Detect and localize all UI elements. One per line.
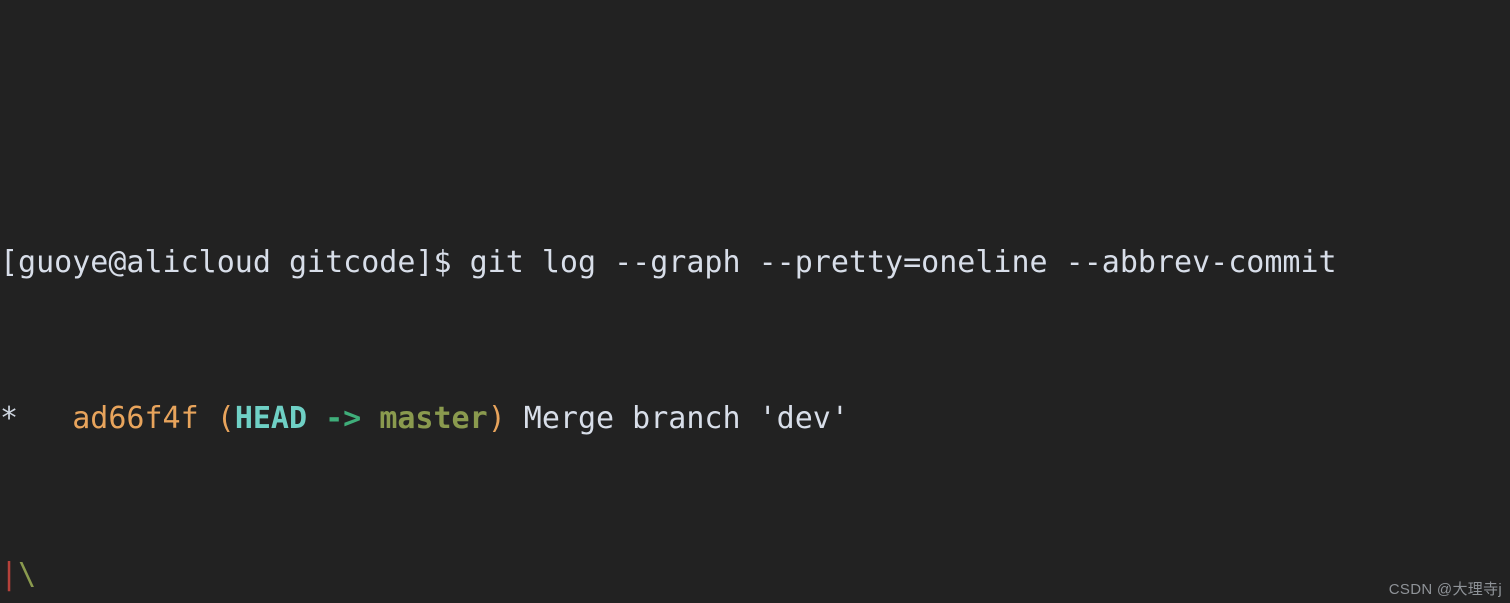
shell-prompt: [guoye@alicloud gitcode]$	[0, 245, 452, 280]
terminal-window[interactable]: [guoye@alicloud gitcode]$ git log --grap…	[0, 0, 1510, 603]
graph-line-2: |\	[0, 555, 1510, 594]
terminal-prompt-line[interactable]: [guoye@alicloud gitcode]$ git log --grap…	[0, 243, 1510, 282]
graph-pipe: |	[0, 557, 19, 592]
branch-ref-master[interactable]: master	[379, 401, 487, 436]
terminal-screen: [guoye@alicloud gitcode]$ git log --grap…	[0, 0, 1510, 603]
graph-backslash: \	[18, 557, 37, 592]
graph-marker: *	[0, 401, 73, 436]
commit-hash[interactable]: ad66f4f	[72, 401, 198, 436]
command-input[interactable]: git log --graph --pretty=oneline --abbre…	[452, 245, 1337, 280]
commit-line-ad66f4f[interactable]: * ad66f4f (HEAD -> master) Merge branch …	[0, 399, 1510, 438]
csdn-watermark: CSDN @大理寺j	[1388, 581, 1502, 598]
commit-subject: Merge branch 'dev'	[505, 401, 849, 436]
ref-paren-open: (	[198, 401, 235, 436]
head-arrow: ->	[307, 401, 380, 436]
head-ref[interactable]: HEAD	[235, 401, 307, 436]
ref-paren-close: )	[487, 401, 506, 436]
terminal-line-top-partial	[0, 87, 1510, 126]
